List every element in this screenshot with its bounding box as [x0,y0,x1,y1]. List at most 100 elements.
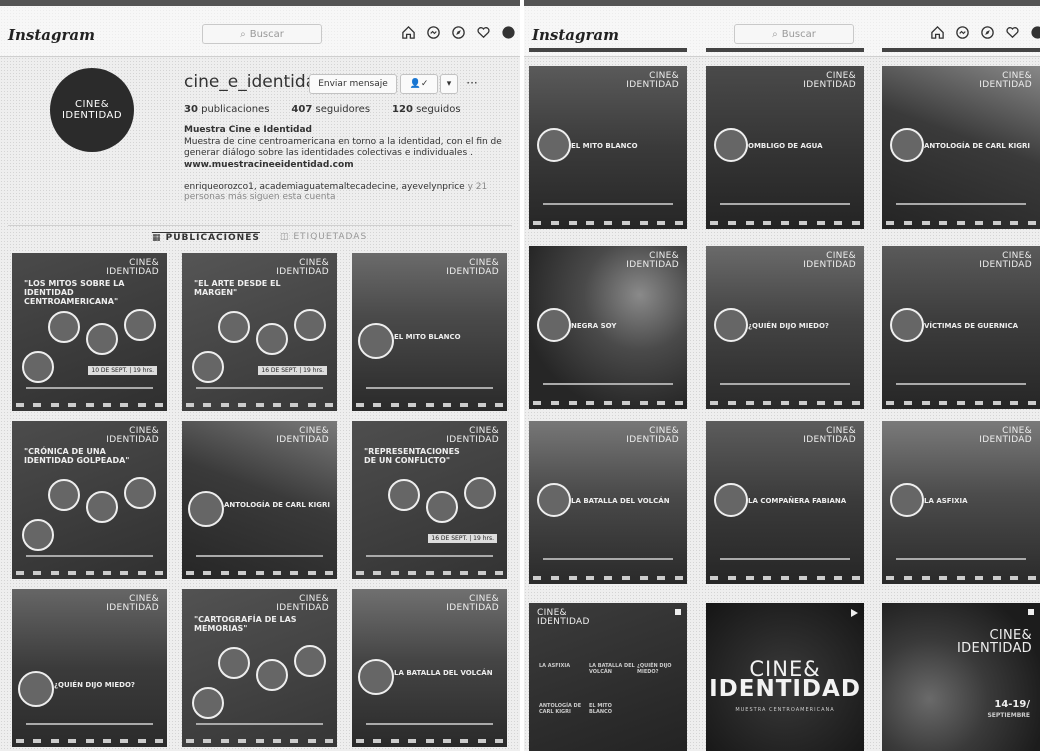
post-thumbnail[interactable]: CINE& IDENTIDAD LA BATALLA DEL VOLCÁN [352,589,507,747]
sponsor-logo [781,220,789,225]
followed-by-more: y 21 [467,182,488,192]
messenger-icon[interactable] [425,24,441,40]
post-thumbnail[interactable]: CINE& IDENTIDAD "EL ARTE DESDE EL MARGEN" 1… [182,253,337,411]
sponsor-logo [155,402,163,407]
search-input[interactable]: ⌕ Buscar [734,24,854,44]
heart-icon[interactable] [475,24,491,40]
search-input[interactable]: ⌕ Buscar [202,24,322,44]
post-thumbnail[interactable]: CINE& IDENTIDAD EL MITO BLANCO [352,253,507,411]
sponsor-logo [657,220,666,225]
post-thumbnail[interactable]: CINE& IDENTIDAD EL MITO BLANCO [529,66,687,229]
post-thumbnail[interactable]: CINE& IDENTIDAD LA ASFIXIA LA BATALLA DEL V… [529,603,687,751]
post-thumbnail[interactable]: CINE& IDENTIDAD MUESTRA CENTROAMERICANA [706,603,864,751]
tab-posts[interactable]: ▦ PUBLICACIONES [152,232,260,243]
post-thumbnail-partial[interactable] [706,48,864,52]
home-icon[interactable] [400,24,416,40]
explore-icon[interactable] [450,24,466,40]
instagram-logo[interactable]: Instagram [8,26,95,44]
tab-tagged[interactable]: ◫ ETIQUETADAS [280,232,367,242]
sponsor-logo [272,570,281,575]
post-thumbnail-partial[interactable] [882,48,1040,52]
sponsor-logo [390,570,399,575]
post-title: ANTOLOGÍA DE CARL KIGRI [924,142,1031,150]
post-thumbnail[interactable]: CINE& IDENTIDAD LA COMPAÑERA FABIANA [706,421,864,584]
explore-icon[interactable] [979,24,995,40]
post-info-line [26,387,153,389]
sponsor-logo [675,575,683,580]
suggested-dropdown-button[interactable]: ▾ [440,74,458,94]
sponsor-logo [798,220,807,225]
sponsor-logo [85,570,94,575]
sponsor-logo [992,575,1001,580]
post-sponsor-logos [886,399,1036,406]
profile-avatar-icon[interactable] [1029,24,1040,40]
sponsor-logo [834,400,843,405]
post-thumbnail[interactable]: CINE& IDENTIDAD ¿QUIÉN DIJO MIEDO? [706,246,864,409]
brand-line2: IDENTIDAD [803,80,856,90]
speaker-photo [22,519,54,551]
sponsor-logo [325,402,333,407]
speaker-photo [426,491,458,523]
post-sponsor-logos [16,401,163,408]
sponsor-logo [290,570,299,575]
post-brand-logo: CINE& IDENTIDAD [979,252,1032,270]
profile-avatar[interactable]: CINE& IDENTIDAD [50,68,134,152]
followed-by[interactable]: enriqueorozco1, academiaguatemaltecadeci… [184,182,514,202]
profile-avatar-icon[interactable] [500,24,516,40]
post-thumbnail[interactable]: CINE& IDENTIDAD "REPRESENTACIONES DE UN CO… [352,421,507,579]
post-thumbnail[interactable]: CINE& IDENTIDAD "CARTOGRAFÍA DE LAS MEMORI… [182,589,337,747]
post-thumbnail[interactable]: CINE& IDENTIDAD ANTOLOGÍA DE CARL KIGRI [182,421,337,579]
home-icon[interactable] [929,24,945,40]
sponsor-logo [390,738,399,743]
sponsor-logo [408,738,417,743]
sponsor-logo [745,400,754,405]
post-thumbnail-partial[interactable] [529,48,687,52]
post-brand-logo: CINE& IDENTIDAD [446,595,499,613]
post-thumbnail[interactable]: CINE& IDENTIDAD "CRÓNICA DE UNA IDENTIDAD … [12,421,167,579]
sponsor-logo [495,570,503,575]
post-brand-logo: CINE& IDENTIDAD [446,427,499,445]
post-thumbnail[interactable]: CINE& IDENTIDAD "LOS MITOS SOBRE LA IDENTI… [12,253,167,411]
heart-icon[interactable] [1004,24,1020,40]
sponsor-logo [727,575,736,580]
sponsor-logo [834,575,843,580]
speaker-photo [124,309,156,341]
sponsor-logo [186,402,194,407]
post-thumbnail[interactable]: CINE& IDENTIDAD OMBLIGO DE AGUA [706,66,864,229]
brand-line2: IDENTIDAD [979,435,1032,445]
sponsor-logo [568,220,577,225]
post-brand-logo: CINE& IDENTIDAD [276,595,329,613]
posts-stat[interactable]: 30 publicaciones [184,104,269,115]
speaker-photo [48,479,80,511]
post-thumbnail[interactable]: CINE& IDENTIDAD ANTOLOGÍA DE CARL KIGRI [882,66,1040,229]
followers-stat[interactable]: 407 seguidores [291,104,370,115]
more-options-button[interactable]: ··· [462,74,482,92]
sponsor-logo [325,738,333,743]
send-message-button[interactable]: Enviar mensaje [309,74,397,94]
sponsor-logo [604,220,612,225]
post-brand-logo: CINE& IDENTIDAD [276,427,329,445]
messenger-icon[interactable] [954,24,970,40]
sponsor-logo [639,220,648,225]
bio-text: Muestra de cine centroamericana en torno… [184,136,502,159]
following-stat[interactable]: 120 seguidos [392,104,461,115]
post-thumbnail[interactable]: CINE& IDENTIDAD ¿QUIÉN DIJO MIEDO? [12,589,167,747]
post-thumbnail[interactable]: CINE& IDENTIDAD 14-19/SEPTIEMBRE [882,603,1040,751]
post-brand-logo: CINE& IDENTIDAD [803,72,856,90]
follow-status-button[interactable]: 👤✓ [400,74,438,94]
sponsor-logo [203,402,212,407]
post-brand-logo: CINE& IDENTIDAD [446,259,499,277]
post-thumbnail[interactable]: CINE& IDENTIDAD LA ASFIXIA [882,421,1040,584]
sponsor-logo [903,220,912,225]
brand-line2: IDENTIDAD [979,80,1032,90]
sponsor-logo [307,402,316,407]
post-thumbnail[interactable]: CINE& IDENTIDAD LA BATALLA DEL VOLCÁN [529,421,687,584]
post-thumbnail[interactable]: CINE& IDENTIDAD NEGRA SOY [529,246,687,409]
bio-link[interactable]: www.muestracineeidentidad.com [184,160,514,172]
post-sponsor-logos [533,399,683,406]
post-thumbnail[interactable]: CINE& IDENTIDAD VÍCTIMAS DE GUERNICA [882,246,1040,409]
post-info-line [720,558,850,560]
sponsor-logo [1010,575,1019,580]
instagram-logo[interactable]: Instagram [532,26,619,44]
sponsor-logo [852,400,860,405]
